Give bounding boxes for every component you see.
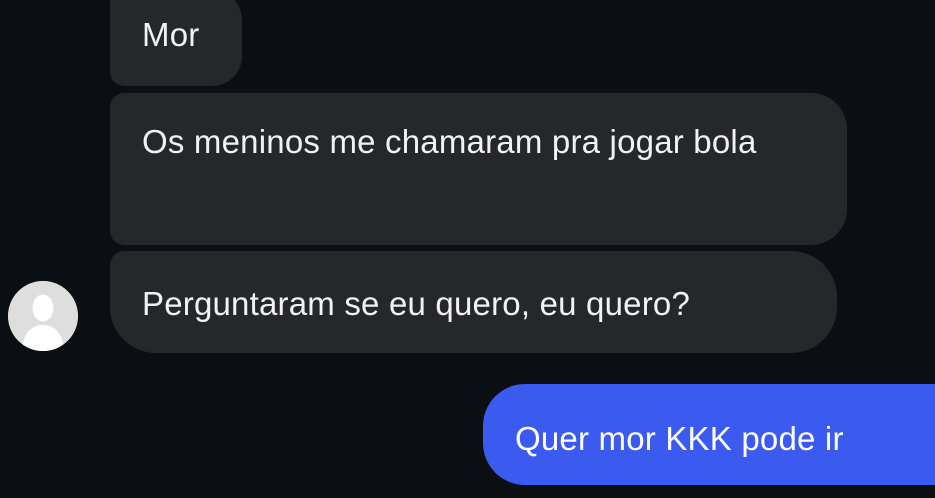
incoming-message-bubble[interactable]: Os meninos me chamaram pra jogar bola xyxy=(110,93,847,245)
message-text: Os meninos me chamaram pra jogar bola xyxy=(142,123,757,160)
message-text: Quer mor KKK pode ir xyxy=(515,420,844,457)
incoming-message-bubble[interactable]: Mor xyxy=(110,0,242,86)
person-silhouette-icon xyxy=(8,281,78,351)
message-text: Mor xyxy=(142,16,200,53)
message-text: Perguntaram se eu quero, eu quero? xyxy=(142,285,690,322)
outgoing-message-bubble[interactable]: Quer mor KKK pode ir xyxy=(483,384,935,485)
incoming-message-bubble[interactable]: Perguntaram se eu quero, eu quero? xyxy=(110,251,837,353)
default-user-avatar-icon[interactable] xyxy=(8,281,78,351)
chat-thread: Mor Os meninos me chamaram pra jogar bol… xyxy=(0,0,935,498)
